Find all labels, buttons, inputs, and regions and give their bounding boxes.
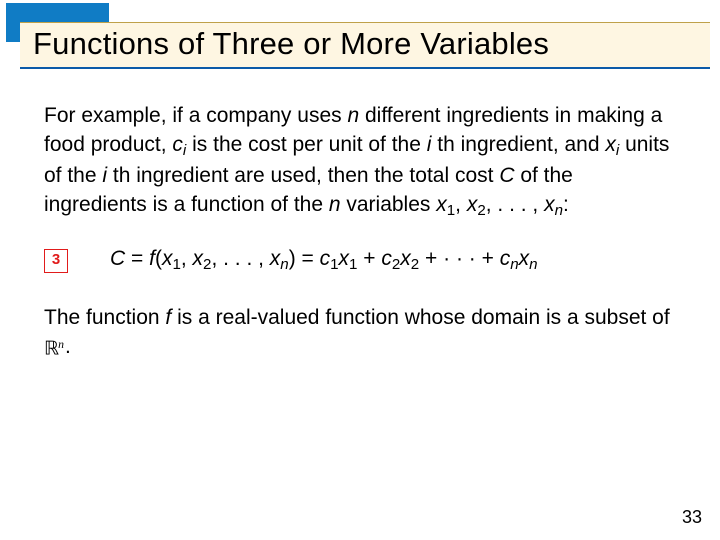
equation-number-badge: 3 (44, 249, 68, 273)
var-n: n (329, 193, 341, 216)
var-c: c (172, 133, 183, 156)
equation: C = f(x1, x2, . . . , xn) = c1x1 + c2x2 … (110, 245, 538, 276)
cdots: + · · · + (419, 247, 500, 270)
var-n: n (347, 104, 359, 127)
equals: = (125, 247, 149, 270)
lparen: ( (155, 247, 162, 270)
text: The function (44, 306, 165, 329)
text: : (563, 193, 569, 216)
sub-2: 2 (411, 256, 419, 273)
ellipsis: , . . . , (486, 193, 544, 216)
var-x: x (467, 193, 478, 216)
var-x: x (436, 193, 447, 216)
text: variables (341, 193, 437, 216)
var-i: i (102, 164, 113, 187)
Rn-symbol: ℝn (44, 339, 65, 358)
text: , (455, 193, 467, 216)
slide-title: Functions of Three or More Variables (33, 26, 549, 62)
var-x: x (519, 247, 530, 270)
slide: Functions of Three or More Variables For… (0, 0, 720, 540)
sub-2: 2 (477, 201, 485, 218)
var-x: x (162, 247, 173, 270)
sub-n: n (529, 256, 537, 273)
var-x: x (270, 247, 281, 270)
ellipsis: , . . . , (211, 247, 269, 270)
text: For example, if a company uses (44, 104, 347, 127)
page-number: 33 (682, 507, 702, 528)
text: . (65, 335, 71, 358)
var-c: c (320, 247, 331, 270)
var-C: C (499, 164, 514, 187)
var-x: x (193, 247, 204, 270)
var-i: i (427, 133, 438, 156)
closing-paragraph: The function f is a real-valued function… (44, 304, 676, 362)
rparen-eq: ) = (289, 247, 320, 270)
var-c: c (500, 247, 511, 270)
plus: + (357, 247, 381, 270)
sub-1: 1 (172, 256, 180, 273)
sub-n: n (510, 256, 518, 273)
text: th ingredient, and (437, 133, 605, 156)
var-x: x (339, 247, 350, 270)
var-x: x (544, 193, 555, 216)
var-x: x (605, 133, 616, 156)
slide-header: Functions of Three or More Variables (0, 0, 720, 72)
sub-1: 1 (447, 201, 455, 218)
text: is the cost per unit of the (186, 133, 426, 156)
var-x: x (400, 247, 411, 270)
slide-body: For example, if a company uses n differe… (0, 72, 720, 362)
text: th ingredient are used, then the total c… (113, 164, 499, 187)
comma: , (181, 247, 193, 270)
var-c: c (381, 247, 392, 270)
var-C: C (110, 247, 125, 270)
text: is a real-valued function whose domain i… (171, 306, 669, 329)
sub-n: n (555, 201, 563, 218)
equation-row: 3 C = f(x1, x2, . . . , xn) = c1x1 + c2x… (44, 245, 676, 276)
intro-paragraph: For example, if a company uses n differe… (44, 102, 676, 221)
sub-1: 1 (330, 256, 338, 273)
sup-n: n (58, 338, 64, 351)
sub-n: n (280, 256, 288, 273)
double-struck-R: ℝ (44, 339, 59, 360)
